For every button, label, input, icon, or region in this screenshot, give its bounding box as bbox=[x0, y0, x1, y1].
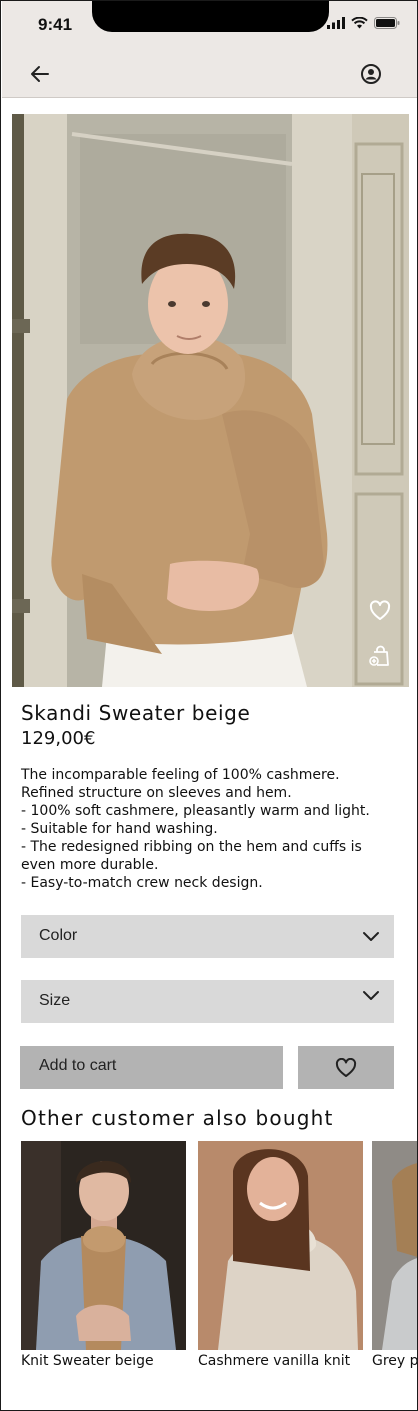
profile-button[interactable] bbox=[360, 63, 382, 85]
heart-icon bbox=[335, 1058, 357, 1077]
back-button[interactable] bbox=[28, 63, 52, 85]
product-card-name: Knit Sweater beige bbox=[21, 1353, 154, 1369]
add-to-cart-label: Add to cart bbox=[39, 1057, 117, 1074]
product-description: The incomparable feeling of 100% cashmer… bbox=[21, 766, 401, 892]
battery-icon bbox=[374, 17, 400, 29]
recommendations-title: Other customer also bought bbox=[21, 1106, 334, 1130]
favorite-button[interactable] bbox=[369, 600, 391, 622]
description-line: Refined structure on sleeves and hem. bbox=[21, 785, 292, 801]
description-line: - The redesigned ribbing on the hem and … bbox=[21, 839, 362, 855]
product-card-name: Grey pullover bbox=[372, 1353, 418, 1369]
description-line: The incomparable feeling of 100% cashmer… bbox=[21, 767, 340, 783]
size-select-label: Size bbox=[39, 992, 71, 1009]
app-header: 9:41 bbox=[2, 1, 417, 98]
description-line: - 100% soft cashmere, pleasantly warm an… bbox=[21, 803, 370, 819]
wishlist-button[interactable] bbox=[298, 1046, 394, 1089]
status-time: 9:41 bbox=[38, 15, 73, 34]
product-card[interactable]: Grey pullover bbox=[372, 1141, 418, 1371]
chevron-down-icon bbox=[363, 932, 379, 941]
signal-icon bbox=[327, 17, 345, 29]
description-line: - Easy-to-match crew neck design. bbox=[21, 875, 263, 891]
shopping-bag-plus-icon bbox=[369, 645, 389, 666]
device-notch bbox=[92, 1, 329, 32]
add-to-cart-button[interactable]: Add to cart bbox=[20, 1046, 283, 1089]
wifi-icon bbox=[351, 17, 368, 29]
add-to-bag-button[interactable] bbox=[368, 645, 390, 667]
product-card-image bbox=[198, 1141, 363, 1350]
product-card[interactable]: Knit Sweater beige bbox=[21, 1141, 186, 1371]
product-price: 129,00€ bbox=[21, 728, 96, 749]
arrow-left-icon bbox=[31, 66, 49, 82]
product-image bbox=[12, 114, 409, 687]
phone-frame: 9:41 Skandi Sweater beige 129,00€ The in… bbox=[0, 0, 418, 1411]
size-select[interactable]: Size bbox=[21, 980, 394, 1023]
description-line: even more durable. bbox=[21, 857, 159, 873]
product-name: Skandi Sweater beige bbox=[21, 701, 251, 725]
user-circle-icon bbox=[361, 64, 381, 84]
product-card-image bbox=[372, 1141, 417, 1350]
product-card[interactable]: Cashmere vanilla knit bbox=[198, 1141, 364, 1371]
heart-icon bbox=[369, 600, 391, 620]
chevron-down-icon bbox=[363, 991, 379, 1000]
product-card-name: Cashmere vanilla knit bbox=[198, 1353, 351, 1369]
color-select[interactable]: Color bbox=[21, 915, 394, 958]
status-icons bbox=[327, 17, 400, 29]
product-photo bbox=[12, 114, 409, 687]
product-card-image bbox=[21, 1141, 186, 1350]
color-select-label: Color bbox=[39, 927, 78, 944]
description-line: - Suitable for hand washing. bbox=[21, 821, 218, 837]
